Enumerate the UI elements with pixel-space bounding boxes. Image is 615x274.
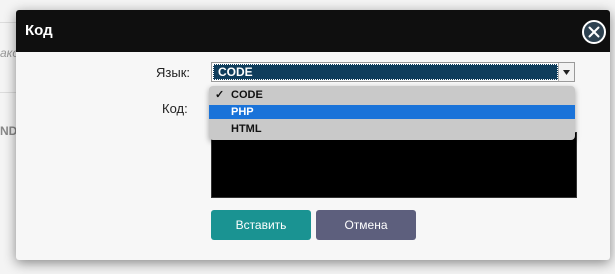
code-dialog: Код Язык: CODE Код: ✓ CODE PHP HTML Вста…: [16, 10, 610, 260]
chevron-down-icon: [563, 70, 570, 75]
close-icon: [588, 26, 600, 38]
dialog-header: Код: [16, 10, 610, 52]
language-select-value: CODE: [213, 64, 558, 80]
insert-button[interactable]: Вставить: [211, 210, 311, 240]
language-select[interactable]: CODE: [211, 62, 575, 82]
cancel-button[interactable]: Отмена: [316, 210, 416, 240]
dropdown-option-label: PHP: [231, 106, 254, 118]
dropdown-option-html[interactable]: HTML: [209, 122, 575, 136]
close-button[interactable]: [582, 20, 606, 44]
dropdown-option-code[interactable]: ✓ CODE: [209, 88, 575, 102]
background-divider: [0, 22, 16, 23]
background-divider: [0, 92, 16, 93]
dropdown-option-php[interactable]: PHP: [209, 105, 575, 119]
dropdown-option-label: CODE: [231, 89, 263, 101]
dialog-title: Код: [25, 22, 53, 39]
language-dropdown-menu: ✓ CODE PHP HTML: [209, 86, 575, 140]
select-dropdown-button[interactable]: [558, 63, 574, 81]
code-label: Код:: [162, 101, 188, 116]
check-icon: ✓: [215, 89, 225, 101]
dropdown-option-label: HTML: [231, 123, 262, 135]
code-textarea[interactable]: [211, 132, 577, 198]
language-label: Язык:: [156, 65, 190, 80]
